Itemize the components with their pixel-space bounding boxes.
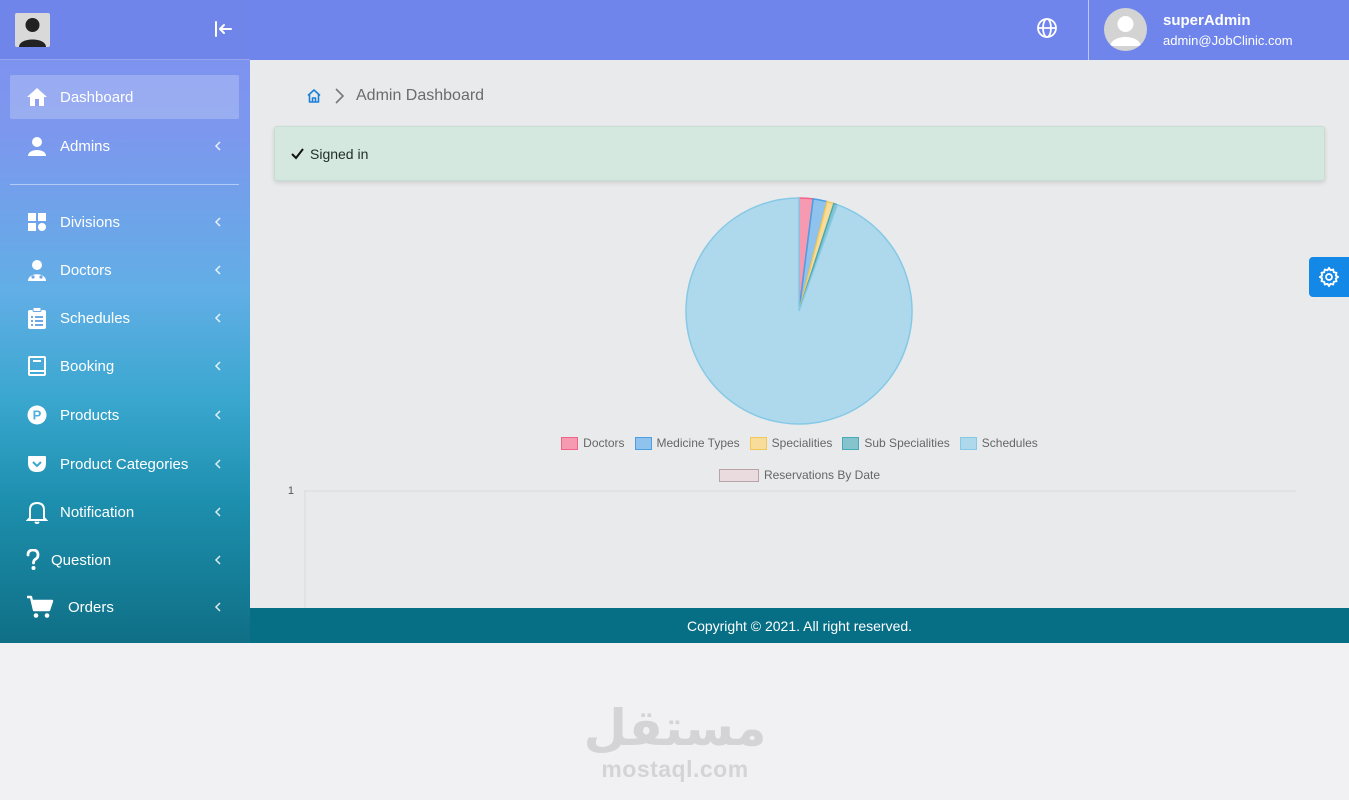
sidebar-item-products[interactable]: P Products [10,393,239,437]
sidebar-item-label: Divisions [60,213,121,231]
book-icon [26,355,48,377]
legend-swatch [749,436,767,450]
user-email: admin@JobClinic.com [1163,33,1293,48]
pie-chart [685,197,913,425]
legend-label: Sub Specialities [864,436,950,450]
legend-label: Doctors [583,436,625,450]
sidebar-divider [10,184,239,185]
sidebar-item-label: Orders [68,598,114,616]
chevron-left-icon [214,507,221,517]
chevron-left-icon [214,217,221,227]
chevron-left-icon [214,141,221,151]
chevron-left-icon [214,459,221,469]
sidebar-item-label: Admins [60,137,111,155]
sidebar-header [0,0,250,60]
sidebar-item-label: Schedules [60,309,131,327]
legend-label: Specialities [771,436,833,450]
footer: Copyright © 2021. All right reserved. [250,608,1349,643]
legend-label: Medicine Types [656,436,740,450]
y-tick-label: 1 [288,485,294,497]
user-name[interactable]: superAdmin [1163,12,1251,29]
sidebar-item-notification[interactable]: Notification [10,490,239,534]
sidebar-item-label: Dashboard [60,88,134,106]
legend-item[interactable]: Schedules [959,434,1038,452]
user-icon [26,135,48,157]
chevron-left-icon [214,265,221,275]
legend-swatch [634,436,652,450]
sidebar-item-dashboard[interactable]: Dashboard [10,75,239,119]
chevron-left-icon [214,410,221,420]
legend-swatch [842,436,860,450]
collapse-sidebar-icon[interactable] [212,19,234,39]
grid-icon [26,211,48,233]
pie-legend: Doctors Medicine Types Specialities Sub Spe… [250,434,1349,452]
chevron-left-icon [214,602,221,612]
check-icon [291,147,304,160]
legend-label: Schedules [981,436,1038,450]
sidebar-item-divisions[interactable]: Divisions [10,200,239,244]
legend-swatch [959,436,977,450]
sidebar-item-label: Booking [60,357,115,375]
legend-item[interactable]: Medicine Types [634,434,740,452]
gear-icon [1318,266,1340,288]
page-title: Admin Dashboard [356,87,485,104]
question-icon [26,549,40,571]
watermark: مستقل mostaql.com [560,700,790,783]
line-chart: 1 [288,485,1296,608]
sidebar-item-product-categories[interactable]: Product Categories [10,442,239,486]
sidebar-item-label: Doctors [60,261,112,279]
main-content: Admin Dashboard Signed in Doctors Medicin… [250,60,1349,608]
watermark-arabic: مستقل [583,699,767,757]
topbar-divider [1088,0,1089,60]
clipboard-icon [26,307,48,329]
watermark-latin: mostaql.com [601,756,749,782]
sidebar-avatar[interactable] [15,13,50,47]
product-p-icon: P [26,404,48,426]
chevron-left-icon [214,313,221,323]
sidebar-item-label: Notification [60,503,135,521]
home-icon [26,86,48,108]
bell-icon [26,501,48,524]
sidebar-item-orders[interactable]: Orders [10,585,239,629]
success-alert: Signed in [274,126,1325,181]
legend-item[interactable]: Doctors [561,434,625,452]
cart-icon [26,595,54,618]
sidebar-item-booking[interactable]: Booking [10,344,239,388]
globe-icon[interactable] [1036,17,1058,39]
legend-swatch [561,436,579,450]
topbar: superAdmin admin@JobClinic.com [250,0,1349,60]
sidebar-item-label: Product Categories [60,455,189,473]
doctor-icon [26,259,48,281]
user-avatar[interactable] [1104,8,1147,51]
sidebar-item-question[interactable]: Question [10,538,239,582]
pie-slice-schedules[interactable] [685,197,913,425]
legend-item[interactable]: Specialities [749,434,833,452]
sidebar-item-schedules[interactable]: Schedules [10,296,239,340]
legend-item[interactable]: Sub Specialities [842,434,950,452]
alert-text: Signed in [310,145,369,162]
svg-text:P: P [33,408,42,423]
sidebar-item-admins[interactable]: Admins [10,124,239,168]
breadcrumb-separator-icon [333,87,345,105]
sidebar-item-label: Question [51,551,112,569]
sidebar: Dashboard Admins Divisions Doctors Sched… [0,0,250,643]
chevron-left-icon [214,555,221,565]
breadcrumb-home-icon[interactable] [306,88,322,104]
pocket-icon [26,453,48,475]
chevron-left-icon [214,361,221,371]
sidebar-item-doctors[interactable]: Doctors [10,248,239,292]
copyright-text: Copyright © 2021. All right reserved. [686,617,913,634]
sidebar-item-label: Products [60,406,120,424]
settings-gear-button[interactable] [1309,257,1349,297]
